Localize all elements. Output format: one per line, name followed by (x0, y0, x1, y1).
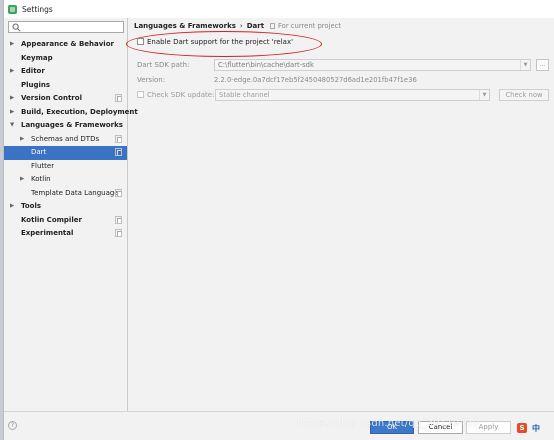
sidebar-item-kotlin-compiler[interactable]: Kotlin Compiler (4, 214, 127, 228)
check-sdk-update-row[interactable]: Check SDK update: (137, 91, 214, 99)
sidebar-item-template-data-languages[interactable]: Template Data Languages (4, 187, 127, 201)
search-icon (12, 23, 21, 32)
project-settings-icon (115, 188, 122, 197)
sidebar-item-tools[interactable]: ▶ Tools (4, 200, 127, 214)
enable-dart-row[interactable]: Enable Dart support for the project 'rel… (137, 38, 293, 46)
chevron-right-icon[interactable]: ▶ (10, 106, 14, 120)
help-icon[interactable]: ? (8, 421, 17, 430)
settings-search-input[interactable] (21, 22, 121, 32)
check-sdk-update-checkbox[interactable] (137, 91, 144, 98)
ime-chinese-mode-icon[interactable]: 中 (532, 423, 540, 434)
sidebar-item-label: Version Control (21, 94, 82, 102)
sidebar-item-kotlin[interactable]: ▶ Kotlin (4, 173, 127, 187)
chevron-right-icon[interactable]: ▶ (20, 133, 24, 147)
settings-window: Settings ▶ Appearance & Behavior Keymap ▶ Ed… (3, 0, 554, 440)
breadcrumb: Languages & Frameworks › Dart (134, 22, 264, 30)
sidebar-item-dart[interactable]: Dart (4, 146, 127, 160)
sidebar-item-label: Editor (21, 67, 45, 75)
sidebar-item-schemas-and-dtds[interactable]: ▶ Schemas and DTDs (4, 133, 127, 147)
update-channel-value: Stable channel (219, 91, 270, 99)
settings-search-box[interactable] (8, 21, 124, 33)
sidebar-item-label: Experimental (21, 229, 74, 237)
sidebar-item-appearance-behavior[interactable]: ▶ Appearance & Behavior (4, 38, 127, 52)
project-settings-icon (115, 94, 122, 102)
sidebar-item-label: Appearance & Behavior (21, 40, 114, 48)
project-settings-icon (115, 229, 122, 237)
sidebar-item-label: Tools (21, 202, 42, 210)
sogou-ime-icon[interactable]: S (517, 423, 527, 433)
sidebar-item-label: Kotlin (31, 175, 51, 183)
chevron-right-icon[interactable]: ▶ (10, 38, 14, 52)
chevron-right-icon[interactable]: ▶ (20, 173, 24, 187)
browse-sdk-button[interactable]: ... (536, 59, 549, 71)
chevron-right-icon[interactable]: ▶ (10, 65, 14, 79)
sidebar-item-label: Languages & Frameworks (21, 121, 123, 129)
project-scope-icon (270, 23, 275, 29)
enable-dart-checkbox[interactable] (137, 38, 144, 45)
watermark-text: https://blog.csdn.net/qq_39119430 (297, 418, 480, 429)
android-studio-icon (8, 4, 17, 14)
settings-tree: ▶ Appearance & Behavior Keymap ▶ Editor Plugi… (4, 38, 138, 241)
enable-dart-label[interactable]: Enable Dart support for the project 'rel… (147, 38, 293, 46)
version-value: 2.2.0-edge.0a7dcf17eb5f2450480527d6ad1e2… (214, 76, 417, 84)
sidebar-item-plugins[interactable]: Plugins (4, 79, 127, 93)
sidebar-item-keymap[interactable]: Keymap (4, 52, 127, 66)
window-title: Settings (22, 4, 53, 14)
sidebar-item-label: Plugins (21, 80, 51, 89)
sidebar-item-label: Build, Execution, Deployment (21, 107, 138, 116)
settings-sidebar: ▶ Appearance & Behavior Keymap ▶ Editor Plugi… (4, 18, 138, 411)
project-settings-icon (115, 134, 122, 143)
sidebar-item-experimental[interactable]: Experimental (4, 227, 127, 241)
sidebar-item-label: Template Data Languages (31, 188, 123, 197)
project-settings-icon (115, 215, 122, 224)
sidebar-item-languages-frameworks[interactable]: ▼ Languages & Frameworks (4, 119, 127, 133)
check-now-button[interactable]: Check now (499, 89, 549, 101)
sidebar-item-editor[interactable]: ▶ Editor (4, 65, 127, 79)
chevron-down-icon[interactable]: ▼ (520, 60, 530, 70)
sidebar-item-version-control[interactable]: ▶ Version Control (4, 92, 127, 106)
version-label: Version: (137, 76, 166, 84)
sidebar-item-label: Kotlin Compiler (21, 215, 82, 224)
sidebar-item-flutter[interactable]: Flutter (4, 160, 127, 174)
chevron-down-icon[interactable]: ▼ (10, 119, 14, 133)
sidebar-item-label: Dart (31, 148, 47, 156)
update-channel-select[interactable]: Stable channel ▼ (215, 89, 490, 101)
check-sdk-update-label[interactable]: Check SDK update: (147, 91, 214, 99)
chevron-right-icon[interactable]: ▶ (10, 92, 14, 106)
chevron-right-icon[interactable]: ▶ (10, 200, 14, 214)
breadcrumb-separator: › (239, 22, 243, 30)
title-bar: Settings (4, 0, 554, 18)
scope-indicator: For current project (270, 22, 341, 30)
sidebar-item-label: Keymap (21, 53, 53, 62)
sidebar-item-label: Flutter (31, 161, 55, 170)
project-settings-icon (115, 148, 122, 156)
dart-sdk-path-value: C:\flutter\bin\cache\dart-sdk (218, 61, 314, 69)
scope-label: For current project (278, 22, 342, 30)
breadcrumb-parent[interactable]: Languages & Frameworks (134, 22, 236, 30)
sidebar-item-build-execution-deployment[interactable]: ▶ Build, Execution, Deployment (4, 106, 138, 120)
chevron-down-icon[interactable]: ▼ (479, 90, 489, 100)
breadcrumb-current: Dart (246, 22, 265, 30)
sidebar-item-label: Schemas and DTDs (31, 134, 100, 143)
dart-sdk-path-label: Dart SDK path: (137, 61, 190, 69)
dart-settings-panel: Languages & Frameworks › Dart For current … (126, 18, 554, 411)
dart-sdk-path-combobox[interactable]: C:\flutter\bin\cache\dart-sdk ▼ (214, 59, 531, 71)
